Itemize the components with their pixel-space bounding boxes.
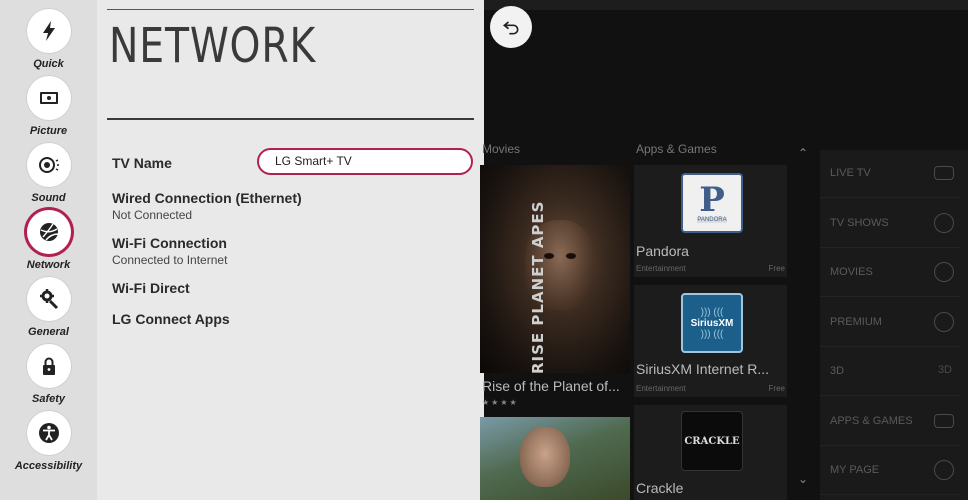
gamepad-icon [934, 414, 954, 428]
category-3d[interactable]: 3D 3D [820, 348, 960, 396]
category-my-page[interactable]: MY PAGE [820, 447, 960, 495]
tv-icon [934, 166, 954, 180]
lg-connect-apps-label: LG Connect Apps [112, 311, 230, 327]
rail-item-quick[interactable]: Quick [0, 9, 97, 70]
film-reel-icon [934, 262, 954, 282]
app-price: Free [768, 384, 785, 393]
wifi-connection-label: Wi-Fi Connection [112, 235, 227, 251]
rail-label-accessibility: Accessibility [14, 460, 83, 472]
back-arrow-icon [502, 21, 519, 35]
pandora-logo-text: PANDORA [697, 217, 727, 223]
category-label: APPS & GAMES [830, 415, 913, 427]
app-name: SiriusXM Internet R... [636, 361, 770, 377]
3d-icon: 3D [937, 364, 952, 376]
category-label: MY PAGE [830, 464, 880, 476]
my-page-icon [934, 460, 954, 480]
category-label: PREMIUM [830, 316, 882, 328]
rail-item-accessibility[interactable]: Accessibility [0, 411, 97, 472]
movie-poster[interactable] [480, 417, 630, 500]
setting-lg-connect-apps[interactable]: LG Connect Apps [112, 311, 230, 327]
category-label: MOVIES [830, 266, 873, 278]
category-apps-games[interactable]: APPS & GAMES [820, 398, 960, 446]
panel-title-divider [107, 118, 474, 120]
rail-item-sound[interactable]: Sound [0, 143, 97, 204]
crackle-logo-icon: CRACKLE [681, 411, 743, 471]
accessibility-icon [26, 411, 71, 455]
wired-connection-label: Wired Connection (Ethernet) [112, 190, 302, 206]
app-card-crackle[interactable]: CRACKLE Crackle [634, 405, 787, 500]
app-name: Pandora [636, 243, 689, 259]
sound-icon [26, 143, 71, 187]
rail-item-network[interactable]: Network [0, 210, 97, 271]
rail-item-picture[interactable]: Picture [0, 76, 97, 137]
wired-connection-status: Not Connected [112, 208, 193, 222]
crackle-logo-text: CRACKLE [684, 435, 740, 447]
rail-item-safety[interactable]: Safety [0, 344, 97, 405]
panel-top-divider [107, 9, 474, 10]
rail-label-safety: Safety [31, 393, 66, 405]
rail-label-network: Network [26, 259, 71, 271]
app-name: Crackle [636, 480, 684, 496]
settings-category-rail: Quick Picture Sound Network General Safe… [0, 0, 97, 500]
network-globe-icon [26, 210, 71, 254]
category-label: TV SHOWS [830, 217, 889, 229]
siriusxm-logo-icon: ))) ((( SiriusXM ))) ((( [681, 293, 743, 353]
poster-title-text: RISE PLANET APES [529, 200, 547, 373]
category-live-tv[interactable]: LIVE TV [820, 150, 960, 198]
network-settings-panel: NETWORK TV Name LG Smart+ TV Wired Conne… [97, 0, 484, 500]
category-label: 3D [830, 365, 845, 377]
tv-name-field[interactable]: LG Smart+ TV [257, 148, 473, 175]
category-premium[interactable]: PREMIUM [820, 299, 960, 347]
app-price: Free [768, 264, 785, 273]
app-category: Entertainment [636, 264, 686, 273]
category-label: LIVE TV [830, 167, 871, 179]
setting-wifi-direct[interactable]: Wi-Fi Direct [112, 280, 190, 296]
category-menu: LIVE TV TV SHOWS MOVIES PREMIUM 3D 3D AP… [820, 150, 968, 500]
picture-icon [26, 76, 71, 120]
rail-label-picture: Picture [29, 125, 68, 137]
movie-poster[interactable]: RISE PLANET APES [480, 165, 630, 373]
premium-icon [934, 312, 954, 332]
wifi-connection-status: Connected to Internet [112, 253, 228, 267]
back-button[interactable] [490, 6, 532, 48]
rail-item-general[interactable]: General [0, 277, 97, 338]
tv-shows-icon [934, 213, 954, 233]
lock-icon [26, 344, 71, 388]
section-heading-apps: Apps & Games [636, 142, 717, 156]
app-card-pandora[interactable]: P PANDORA Pandora Entertainment Free [634, 165, 787, 277]
tv-name-label: TV Name [112, 155, 172, 171]
movie-rating-stars: ★★★★ [482, 398, 519, 407]
page-title: NETWORK [109, 18, 317, 74]
poster-artwork-eye [566, 253, 576, 259]
lightning-icon [26, 9, 71, 53]
app-card-siriusxm[interactable]: ))) ((( SiriusXM ))) ((( SiriusXM Intern… [634, 285, 787, 397]
home-background: Movies Apps & Games ⌃ ⌄ RISE PLANET APES… [480, 0, 968, 500]
setting-tv-name[interactable]: TV Name [112, 155, 172, 171]
scroll-up-icon[interactable]: ⌃ [796, 146, 810, 160]
category-tv-shows[interactable]: TV SHOWS [820, 200, 960, 248]
app-category: Entertainment [636, 384, 686, 393]
wifi-direct-label: Wi-Fi Direct [112, 280, 190, 296]
siriusxm-logo-text: SiriusXM [690, 317, 734, 329]
setting-wifi-connection[interactable]: Wi-Fi Connection Connected to Internet [112, 235, 227, 267]
category-movies[interactable]: MOVIES [820, 249, 960, 297]
rail-label-sound: Sound [31, 192, 66, 204]
rail-label-quick: Quick [33, 58, 64, 70]
poster-artwork [520, 427, 570, 487]
setting-wired-connection[interactable]: Wired Connection (Ethernet) Not Connecte… [112, 190, 302, 222]
scroll-down-icon[interactable]: ⌄ [796, 472, 810, 486]
background-top-bar [484, 0, 968, 10]
rail-label-general: General [28, 326, 69, 338]
section-heading-movies: Movies [482, 142, 521, 156]
general-gear-icon [26, 277, 71, 321]
movie-title: Rise of the Planet of... [482, 378, 620, 394]
pandora-logo-icon: P PANDORA [681, 173, 743, 233]
